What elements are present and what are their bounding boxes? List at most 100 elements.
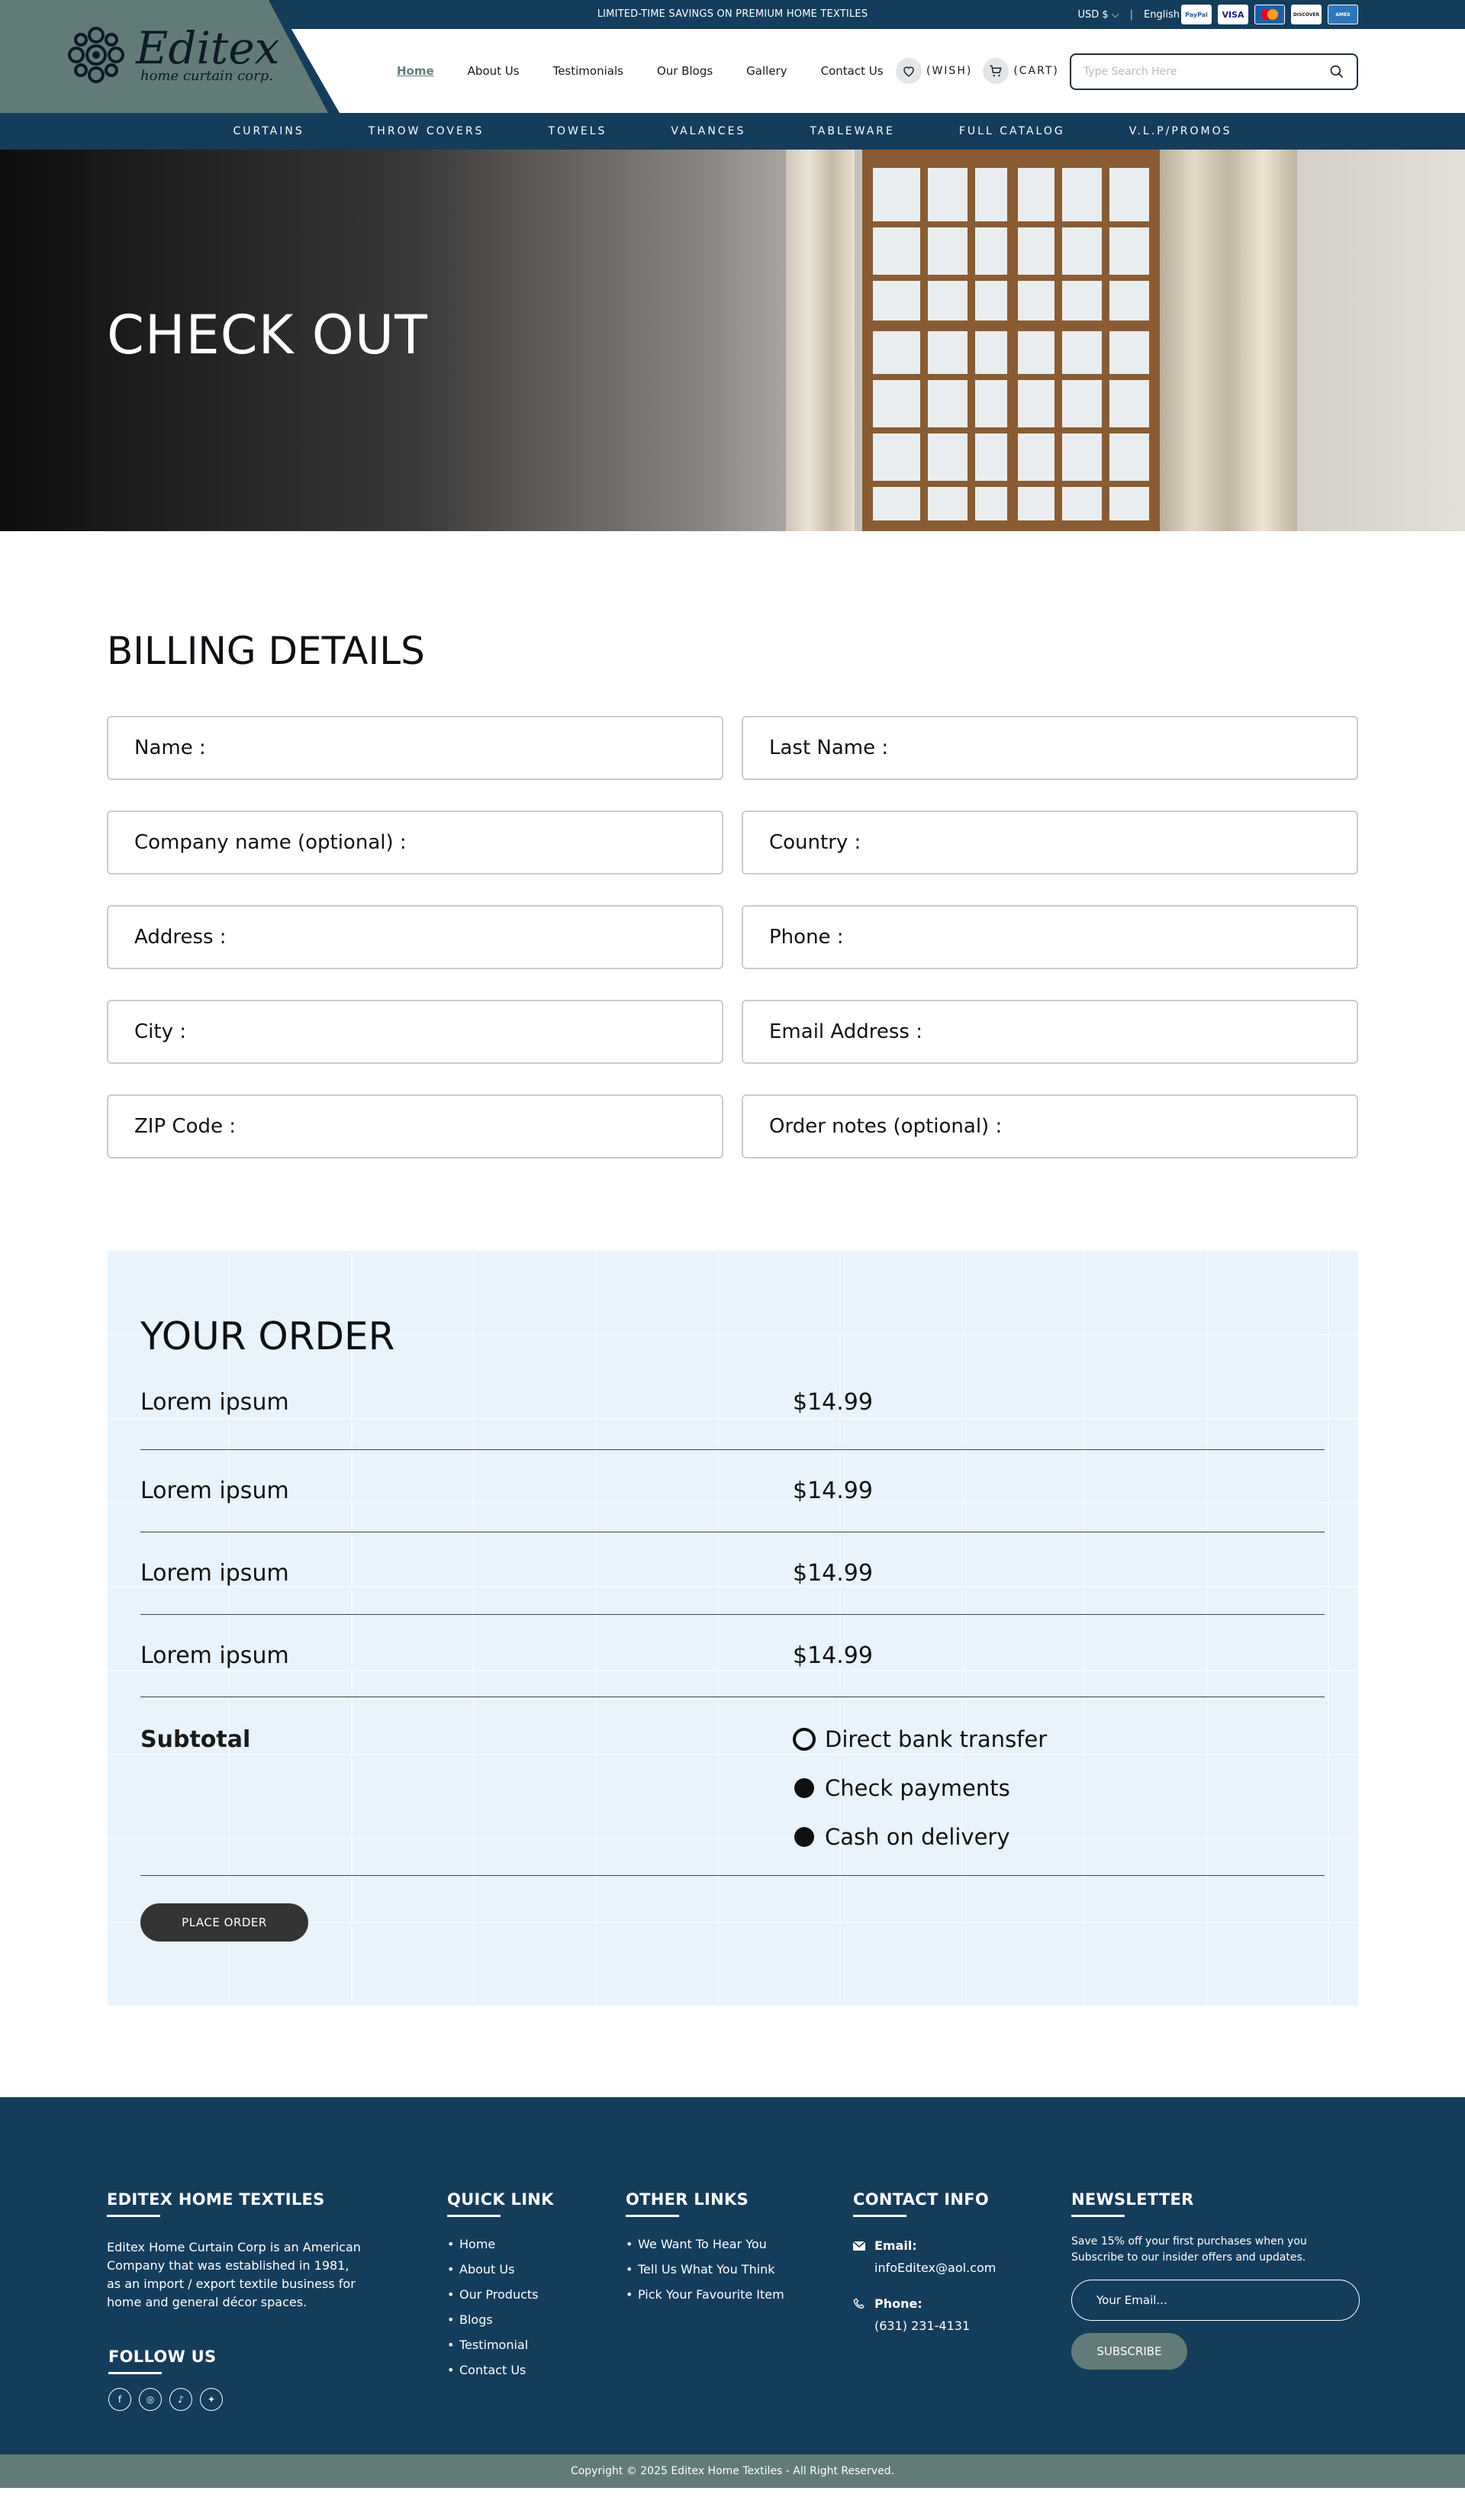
category-full-catalog[interactable]: FULL CATALOG [959, 125, 1065, 137]
heart-icon [896, 58, 922, 84]
email-address[interactable]: infoEditex@aol.com [853, 2261, 996, 2275]
currency-select[interactable]: USD $ ⌵ [1077, 9, 1119, 21]
divider [853, 2215, 906, 2217]
payment-icons: PayPal VISA DISCOVER AMEX [1181, 5, 1358, 24]
address-field[interactable]: Address : [107, 905, 723, 969]
email-field[interactable]: Email Address : [742, 1000, 1358, 1064]
order-item: Lorem ipsum $14.99 [140, 1615, 1325, 1697]
category-towels[interactable]: TOWELS [548, 125, 607, 137]
footer-link-tell-us[interactable]: Tell Us What You Think [626, 2262, 784, 2277]
category-tableware[interactable]: TABLEWARE [810, 125, 895, 137]
nav-contact-us[interactable]: Contact Us [821, 64, 884, 78]
contact-phone: Phone: (631) 231-4131 [853, 2296, 996, 2333]
facebook-icon[interactable]: f [108, 2388, 131, 2411]
radio-filled-icon[interactable] [794, 1827, 814, 1847]
footer-link-hear-you[interactable]: We Want To Hear You [626, 2237, 784, 2251]
follow-title: FOLLOW US [108, 2348, 217, 2366]
nav-testimonials[interactable]: Testimonials [553, 64, 623, 78]
footer-newsletter: NEWSLETTER Save 15% off your first purch… [1071, 2190, 1360, 2370]
footer-link-testimonial[interactable]: Testimonial [447, 2338, 554, 2352]
nav-gallery[interactable]: Gallery [746, 64, 787, 78]
tiktok-icon[interactable]: ♪ [169, 2388, 192, 2411]
footer-about-title: EDITEX HOME TEXTILES [107, 2190, 325, 2209]
zip-field[interactable]: ZIP Code : [107, 1094, 723, 1158]
page-title: CHECK OUT [107, 304, 428, 366]
name-field[interactable]: Name : [107, 716, 723, 780]
last-name-field[interactable]: Last Name : [742, 716, 1358, 780]
item-name: Lorem ipsum [140, 1560, 289, 1587]
category-curtains[interactable]: CURTAINS [233, 125, 304, 137]
nav-our-blogs[interactable]: Our Blogs [657, 64, 713, 78]
social-links: f ◎ ♪ ✦ [108, 2388, 223, 2411]
footer-link-about-us[interactable]: About Us [447, 2262, 554, 2277]
phone-field[interactable]: Phone : [742, 905, 1358, 969]
paypal-icon: PayPal [1181, 5, 1212, 24]
mail-icon [853, 2241, 865, 2251]
divider [626, 2215, 679, 2217]
twitter-icon[interactable]: ✦ [200, 2388, 223, 2411]
name-input[interactable] [213, 736, 696, 759]
discover-icon: DISCOVER [1291, 5, 1322, 24]
newsletter-email-input[interactable] [1071, 2280, 1360, 2321]
subscribe-button[interactable]: SUBSCRIBE [1071, 2333, 1187, 2370]
instagram-icon[interactable]: ◎ [139, 2388, 162, 2411]
order-section: YOUR ORDER Lorem ipsum $14.99 Lorem ipsu… [107, 1250, 1358, 2006]
payment-option-check[interactable]: Check payments [793, 1775, 1047, 1801]
phone-input[interactable] [851, 926, 1331, 949]
last-name-input[interactable] [896, 736, 1331, 759]
city-input[interactable] [193, 1020, 696, 1043]
cart-icon [983, 58, 1009, 84]
item-price: $14.99 [793, 1389, 873, 1416]
company-input[interactable] [414, 831, 696, 854]
footer-link-blogs[interactable]: Blogs [447, 2312, 554, 2327]
other-links-title: OTHER LINKS [626, 2190, 749, 2209]
hero-curtain-right [1160, 150, 1297, 531]
category-throw-covers[interactable]: THROW COVERS [369, 125, 485, 137]
search-input[interactable] [1083, 66, 1329, 78]
divider [108, 2372, 162, 2374]
quick-links-list: Home About Us Our Products Blogs Testimo… [447, 2237, 554, 2377]
header: Editex home curtain corp. Home About Us … [0, 0, 1465, 113]
search-icon[interactable] [1329, 64, 1344, 79]
email-input[interactable] [929, 1020, 1331, 1043]
order-notes-field[interactable]: Order notes (optional) : [742, 1094, 1358, 1158]
item-price: $14.99 [793, 1642, 873, 1669]
radio-empty-icon[interactable] [793, 1728, 816, 1751]
footer-link-favourite[interactable]: Pick Your Favourite Item [626, 2287, 784, 2302]
footer-link-our-products[interactable]: Our Products [447, 2287, 554, 2302]
footer-link-contact-us[interactable]: Contact Us [447, 2363, 554, 2377]
follow-us: FOLLOW US f ◎ ♪ ✦ [108, 2348, 223, 2411]
order-notes-input[interactable] [1009, 1115, 1331, 1138]
footer-link-home[interactable]: Home [447, 2237, 554, 2251]
logo[interactable]: Editex home curtain corp. [66, 24, 279, 85]
category-valances[interactable]: VALANCES [671, 125, 745, 137]
payment-option-bank-transfer[interactable]: Direct bank transfer [793, 1726, 1047, 1752]
phone-number[interactable]: (631) 231-4131 [853, 2319, 996, 2333]
nav-about-us[interactable]: About Us [468, 64, 520, 78]
country-input[interactable] [868, 831, 1331, 854]
contact-title: CONTACT INFO [853, 2190, 990, 2209]
company-field[interactable]: Company name (optional) : [107, 810, 723, 875]
contact-email: Email: infoEditex@aol.com [853, 2238, 996, 2275]
order-item: Lorem ipsum $14.99 [140, 1389, 1325, 1450]
place-order-button[interactable]: PLACE ORDER [140, 1903, 308, 1942]
item-name: Lorem ipsum [140, 1389, 289, 1416]
order-item: Lorem ipsum $14.99 [140, 1532, 1325, 1615]
newsletter-text: Save 15% off your first purchases when y… [1071, 2235, 1307, 2264]
payment-option-cash[interactable]: Cash on delivery [793, 1824, 1047, 1850]
cart-button[interactable]: (CART) [983, 58, 1059, 84]
divider [1071, 2215, 1125, 2217]
radio-filled-icon[interactable] [794, 1778, 814, 1798]
zip-input[interactable] [243, 1115, 696, 1138]
order-items: Lorem ipsum $14.99 Lorem ipsum $14.99 Lo… [140, 1389, 1325, 1697]
address-input[interactable] [233, 926, 696, 949]
category-vlp-promos[interactable]: V.L.P/PROMOS [1129, 125, 1232, 137]
nav-home[interactable]: Home [397, 64, 434, 78]
footer-other-links: OTHER LINKS We Want To Hear You Tell Us … [626, 2190, 784, 2312]
item-name: Lorem ipsum [140, 1478, 289, 1504]
topbar-settings: USD $ ⌵ | English ⌵ [1077, 0, 1190, 29]
wishlist-button[interactable]: (WISH) [896, 58, 972, 84]
country-field[interactable]: Country : [742, 810, 1358, 875]
city-field[interactable]: City : [107, 1000, 723, 1064]
phone-icon [853, 2297, 865, 2309]
